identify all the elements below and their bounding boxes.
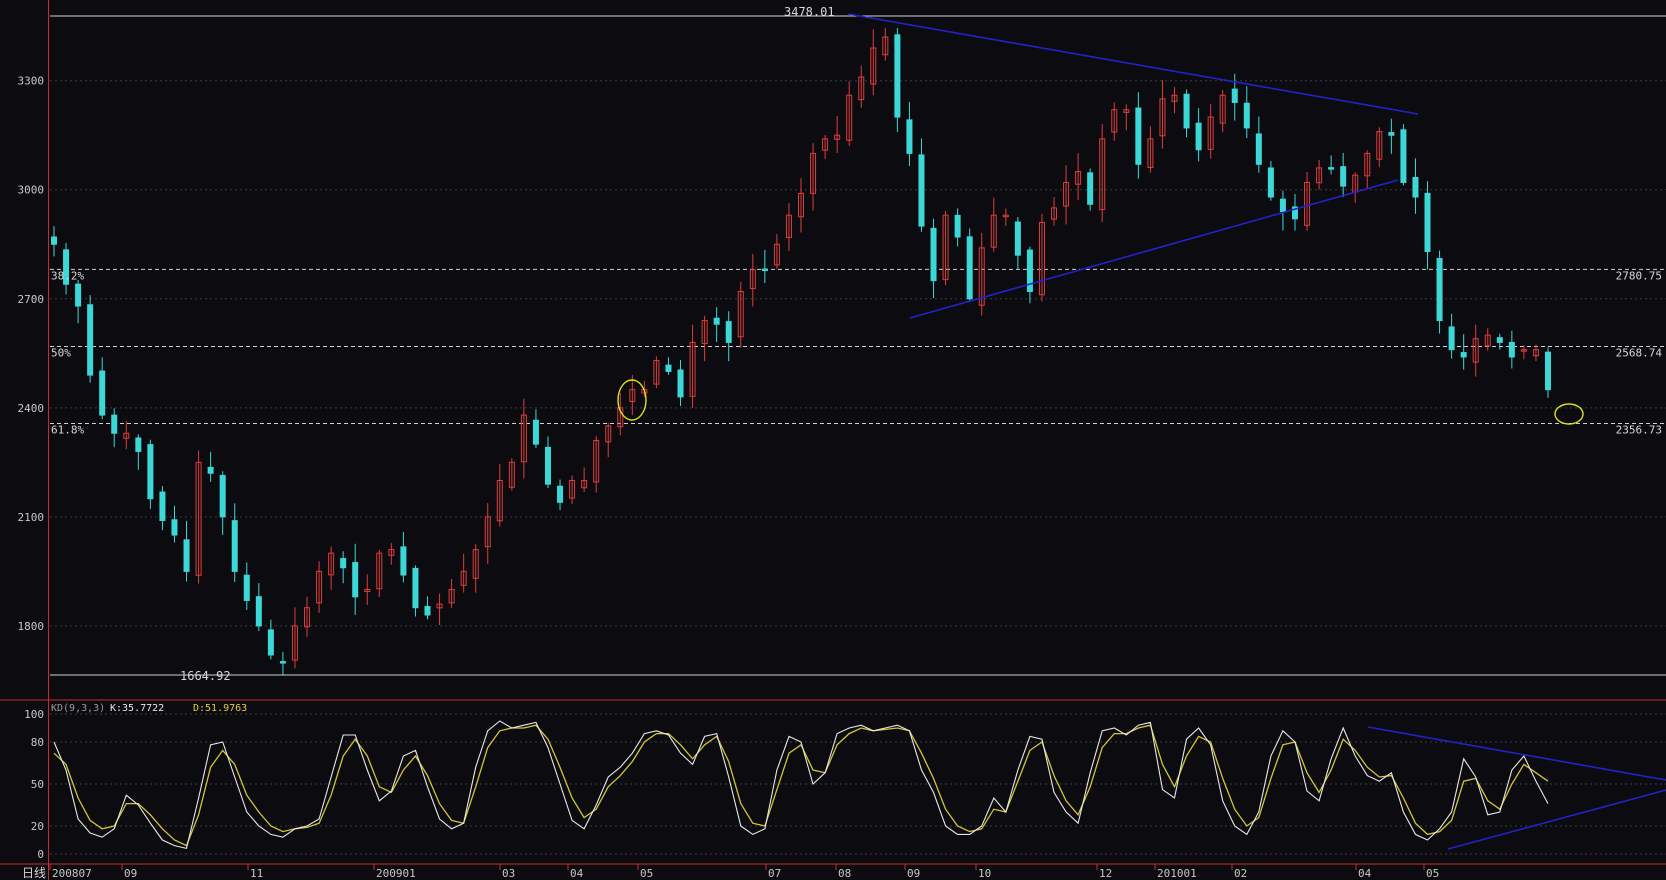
candle-body xyxy=(544,446,551,485)
candle-body xyxy=(1267,167,1274,198)
price-tick-label: 2700 xyxy=(18,293,45,306)
candle-body xyxy=(918,154,925,227)
candle-body xyxy=(340,558,347,569)
kd-tick-label: 0 xyxy=(37,848,44,861)
candle-body xyxy=(1340,166,1347,187)
candle-body xyxy=(725,321,732,343)
candle-body xyxy=(231,520,238,572)
candle-body xyxy=(1448,326,1455,351)
candle-body xyxy=(159,491,166,521)
candle-body xyxy=(99,370,106,416)
candle-body xyxy=(1388,132,1395,136)
candle-body xyxy=(1460,352,1467,358)
time-tick-label: 200807 xyxy=(52,867,92,880)
time-tick-label: 09 xyxy=(124,867,137,880)
candle-body xyxy=(1424,192,1431,253)
period-label: 日线 xyxy=(22,866,46,880)
candle-body xyxy=(424,605,431,616)
time-tick-label: 09 xyxy=(907,867,920,880)
candle-body xyxy=(219,474,226,518)
candle-body xyxy=(279,661,286,664)
time-tick-label: 04 xyxy=(1358,867,1372,880)
price-tick-label: 3300 xyxy=(18,75,45,88)
candle-body xyxy=(1014,221,1021,256)
fib-pct-label: 61.8% xyxy=(51,424,84,437)
price-tick-label: 2100 xyxy=(18,511,45,524)
price-tick-label: 2400 xyxy=(18,402,45,415)
kd-tick-label: 100 xyxy=(24,708,44,721)
candle-body xyxy=(532,419,539,445)
time-tick-label: 200901 xyxy=(376,867,416,880)
high-label: 3478.01 xyxy=(784,5,835,19)
candle-body xyxy=(75,283,82,307)
candle-body xyxy=(87,304,94,376)
kd-tick-label: 20 xyxy=(31,820,44,833)
kd-d-value: D:51.9763 xyxy=(193,703,247,714)
time-tick-label: 201001 xyxy=(1157,867,1197,880)
candle-body xyxy=(1195,122,1202,151)
candle-body xyxy=(111,414,118,434)
fib-value-label: 2356.73 xyxy=(1616,424,1662,437)
candle-body xyxy=(557,485,564,503)
candle-body xyxy=(906,119,913,154)
candle-body xyxy=(135,437,142,452)
time-tick-label: 05 xyxy=(1426,867,1439,880)
candle-body xyxy=(1183,93,1190,129)
candle-body xyxy=(183,539,190,572)
candle-body xyxy=(1436,258,1443,322)
candle-body xyxy=(665,364,672,372)
candle-body xyxy=(930,227,937,282)
candle-body xyxy=(1545,351,1551,391)
candle-body xyxy=(400,546,407,576)
time-tick-label: 12 xyxy=(1099,867,1112,880)
candle-body xyxy=(1496,337,1503,343)
candle-body xyxy=(1255,133,1262,165)
fib-value-label: 2780.75 xyxy=(1616,269,1662,282)
time-tick-label: 11 xyxy=(250,867,263,880)
fib-pct-label: 50% xyxy=(51,346,71,359)
candle-body xyxy=(966,236,973,300)
time-tick-label: 03 xyxy=(502,867,515,880)
kd-title: KD(9,3,3) xyxy=(51,703,105,714)
candle-body xyxy=(761,268,768,272)
candle-body xyxy=(255,596,262,627)
kd-k-value: K:35.7722 xyxy=(110,703,164,714)
chart-stage: 1800 2100 2400 2700 3000 3300 38.2% 2780.75 50%… xyxy=(0,0,1666,880)
candle-body xyxy=(1508,341,1515,358)
price-tick-label: 1800 xyxy=(18,620,45,633)
candle-body xyxy=(267,629,274,656)
candle-body xyxy=(1412,177,1419,198)
candle-body xyxy=(51,236,57,245)
kd-tick-label: 50 xyxy=(31,778,44,791)
candle-body xyxy=(1087,172,1094,205)
candle-body xyxy=(713,317,720,325)
candle-body xyxy=(894,34,901,118)
time-tick-label: 10 xyxy=(978,867,991,880)
time-tick-label: 07 xyxy=(768,867,781,880)
fib-pct-label: 38.2% xyxy=(51,269,84,282)
candle-body xyxy=(954,214,961,238)
candle-body xyxy=(1243,102,1250,129)
candle-body xyxy=(147,444,154,500)
candle-body xyxy=(677,369,684,398)
candle-body xyxy=(1400,129,1407,183)
time-tick-label: 04 xyxy=(570,867,584,880)
price-tick-label: 3000 xyxy=(18,184,45,197)
candle-body xyxy=(171,519,178,536)
candle-body xyxy=(1279,198,1286,213)
time-tick-label: 02 xyxy=(1234,867,1247,880)
candle-body xyxy=(1231,88,1238,104)
candle-body xyxy=(1135,107,1142,165)
candle-body xyxy=(412,567,419,609)
kd-tick-label: 80 xyxy=(31,736,44,749)
kd-header: KD(9,3,3) K:35.7722 D:51.9763 xyxy=(51,703,247,714)
candle-body xyxy=(1328,167,1335,170)
low-label: 1664.92 xyxy=(180,669,231,683)
time-tick-label: 08 xyxy=(838,867,851,880)
candle-body xyxy=(243,574,250,601)
candle-body xyxy=(352,562,359,598)
candle-body xyxy=(207,466,214,474)
time-tick-label: 05 xyxy=(640,867,653,880)
fib-value-label: 2568.74 xyxy=(1616,346,1663,359)
